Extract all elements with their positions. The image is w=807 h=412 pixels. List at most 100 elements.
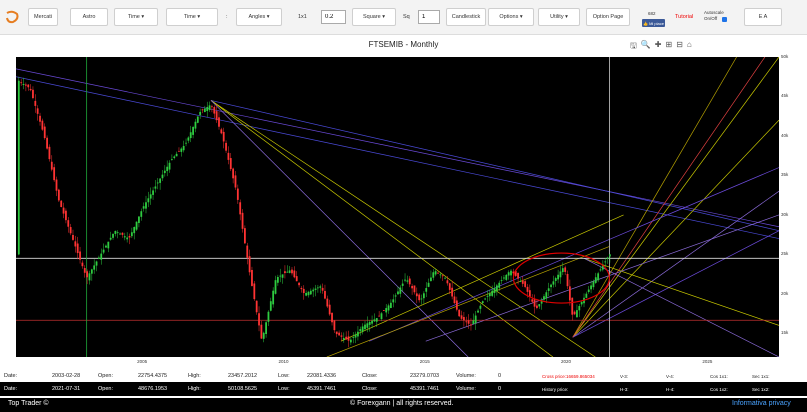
candle-body-96 bbox=[244, 228, 246, 244]
candle-body-236 bbox=[573, 311, 576, 315]
candle-body-183 bbox=[448, 283, 451, 290]
time-dropdown-2[interactable]: Time ▾ bbox=[166, 8, 218, 26]
candle-body-207 bbox=[505, 274, 508, 280]
gann-line-11 bbox=[572, 57, 766, 338]
price-chart[interactable] bbox=[16, 57, 779, 357]
time-dropdown-1[interactable]: Time ▾ bbox=[114, 8, 158, 26]
candle-body-217 bbox=[528, 290, 531, 297]
candle-body-78 bbox=[201, 109, 204, 111]
candle-body-177 bbox=[434, 271, 437, 275]
ratio-label: 1x1 bbox=[298, 14, 307, 20]
candle-body-131 bbox=[326, 298, 329, 307]
candle-body-83 bbox=[213, 107, 216, 114]
candle-body-48 bbox=[130, 232, 133, 237]
app-logo-icon[interactable] bbox=[4, 9, 20, 25]
candle-body-42 bbox=[116, 232, 119, 234]
candle-body-176 bbox=[432, 272, 435, 278]
candle-body-69 bbox=[180, 148, 183, 152]
candle-body-169 bbox=[415, 293, 418, 297]
options-dropdown[interactable]: Options ▾ bbox=[488, 8, 534, 26]
candle-body-193 bbox=[472, 320, 475, 325]
candle-body-216 bbox=[526, 286, 529, 292]
candle-body-241 bbox=[585, 293, 588, 298]
candle-body-247 bbox=[599, 269, 602, 271]
candlestick-button[interactable]: Candlestick bbox=[446, 8, 486, 26]
candle-body-2 bbox=[22, 83, 25, 85]
candle-body-161 bbox=[397, 291, 399, 295]
candle-body-230 bbox=[559, 271, 562, 278]
zoom-icon[interactable]: 🔍 bbox=[641, 40, 651, 54]
candle-body-237 bbox=[576, 310, 578, 318]
candle-body-174 bbox=[427, 282, 430, 287]
candle-body-15 bbox=[53, 167, 56, 181]
candle-body-118 bbox=[295, 276, 298, 282]
candle-body-37 bbox=[105, 245, 107, 248]
candle-body-92 bbox=[234, 175, 237, 188]
volume-label: Volume: bbox=[456, 373, 476, 379]
close2-label: Close: bbox=[362, 386, 378, 392]
pan-icon[interactable]: ✚ bbox=[655, 40, 662, 54]
candle-body-0 bbox=[17, 80, 20, 255]
autoscale-checkbox[interactable] bbox=[722, 17, 727, 22]
ratio-input[interactable] bbox=[321, 10, 346, 24]
option-page-button[interactable]: Option Page bbox=[586, 8, 630, 26]
candle-body-18 bbox=[60, 200, 63, 207]
ea-button[interactable]: E A bbox=[744, 8, 782, 26]
mercati-button[interactable]: Mercati bbox=[28, 8, 58, 26]
candle-body-202 bbox=[493, 288, 496, 293]
candle-body-172 bbox=[422, 293, 425, 299]
candle-body-239 bbox=[580, 301, 583, 305]
volume2-value: 0 bbox=[498, 386, 502, 392]
chart-canvas[interactable] bbox=[16, 57, 779, 357]
cross-price: Cross price:16659.865034 bbox=[542, 373, 595, 379]
candle-body-115 bbox=[288, 270, 291, 273]
candle-body-11 bbox=[43, 126, 46, 139]
y-tick-label: 50k bbox=[781, 54, 789, 59]
h3-label: H-3: bbox=[620, 386, 629, 392]
candle-body-94 bbox=[239, 202, 242, 215]
open-label: Open: bbox=[98, 373, 113, 379]
y-tick-label: 45k bbox=[781, 93, 789, 99]
facebook-like-button[interactable]: 👍 Mi piace bbox=[642, 19, 665, 27]
candle-body-77 bbox=[199, 111, 202, 115]
candle-body-188 bbox=[460, 315, 463, 319]
cos1x1-label: Cos 1x1: bbox=[710, 373, 728, 379]
candle-body-130 bbox=[324, 290, 326, 299]
astro-button[interactable]: Astro bbox=[70, 8, 108, 26]
candle-body-91 bbox=[232, 168, 235, 179]
x-tick-label: 2025 bbox=[702, 359, 713, 364]
candle-body-46 bbox=[126, 237, 129, 240]
candle-body-235 bbox=[571, 297, 574, 315]
sq-input[interactable] bbox=[418, 10, 440, 24]
candle-body-24 bbox=[74, 241, 77, 247]
candle-body-89 bbox=[227, 152, 230, 160]
tutorial-link[interactable]: Tutorial bbox=[675, 14, 693, 20]
gann-line-12 bbox=[583, 257, 779, 326]
candle-body-88 bbox=[225, 142, 227, 151]
history-price: History price: bbox=[542, 386, 569, 392]
candle-body-47 bbox=[128, 236, 131, 238]
zoom-in-icon[interactable]: ⊞ bbox=[666, 40, 673, 54]
zoom-out-icon[interactable]: ⊟ bbox=[676, 40, 683, 54]
candle-body-85 bbox=[218, 117, 220, 127]
candle-body-249 bbox=[604, 261, 607, 263]
candle-body-53 bbox=[142, 206, 145, 209]
sq-label: Sq bbox=[403, 14, 410, 20]
candle-body-109 bbox=[274, 280, 277, 294]
square-dropdown[interactable]: Square ▾ bbox=[352, 8, 396, 26]
angles-dropdown[interactable]: Angles ▾ bbox=[236, 8, 282, 26]
privacy-link[interactable]: Informativa privacy bbox=[732, 400, 791, 407]
close2-value: 45391.7461 bbox=[410, 386, 440, 392]
candle-body-162 bbox=[399, 287, 402, 294]
candle-body-243 bbox=[590, 285, 592, 290]
candle-body-121 bbox=[302, 288, 305, 294]
candle-body-201 bbox=[491, 290, 494, 296]
save-icon[interactable]: 🖫 bbox=[630, 40, 637, 54]
candle-body-198 bbox=[484, 298, 487, 300]
candle-body-125 bbox=[312, 289, 315, 292]
utility-dropdown[interactable]: Utility ▾ bbox=[538, 8, 580, 26]
volume-value: 0 bbox=[498, 373, 502, 379]
candle-body-72 bbox=[187, 137, 190, 141]
reset-icon[interactable]: ⌂ bbox=[687, 40, 692, 54]
candle-body-170 bbox=[418, 294, 421, 301]
